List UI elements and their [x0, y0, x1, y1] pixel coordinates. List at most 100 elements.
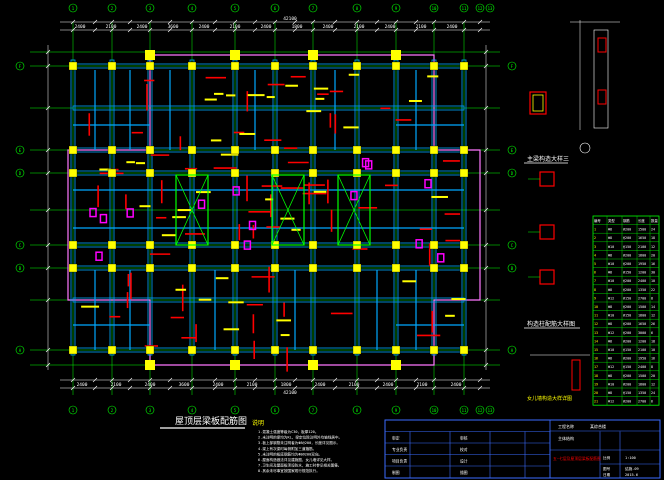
note-line: 8.其余未尽事宜按国家现行规范执行。 — [258, 468, 320, 473]
rebar-annotation — [175, 288, 187, 291]
column — [352, 263, 362, 273]
table-cell: @200 — [623, 253, 631, 257]
table-cell: 17 — [594, 365, 598, 369]
corner-column — [391, 50, 401, 60]
column — [187, 263, 197, 273]
table-cell: @150 — [623, 296, 631, 300]
dimension-label-top: 2400 — [75, 24, 86, 30]
structural-drawing: 2400 2100 2400 3600 2400 2100 2400 1800 2400 2100… — [0, 0, 664, 480]
table-cell: 15 — [594, 348, 598, 352]
corner-column — [145, 50, 155, 60]
dimension-label-top: 2400 — [199, 24, 210, 30]
table-cell: 1350 — [638, 288, 646, 292]
column — [391, 345, 401, 355]
table-cell: 1200 — [638, 339, 646, 343]
table-cell: Φ8 — [608, 391, 612, 395]
rebar-annotation — [431, 195, 448, 198]
table-cell: 11 — [594, 314, 598, 318]
table-cell: 26 — [651, 322, 655, 326]
table-cell: @200 — [623, 331, 631, 335]
table-cell: @150 — [623, 271, 631, 275]
column — [270, 345, 280, 355]
table-cell: 20 — [651, 253, 655, 257]
table-cell: 8 — [651, 365, 653, 369]
dimension-label-top: 2100 — [416, 24, 427, 30]
dimension-label-top: 1800 — [292, 24, 303, 30]
table-cell: Φ12 — [608, 331, 614, 335]
table-cell: 1800 — [638, 382, 646, 386]
column — [459, 168, 469, 178]
drawing-name: 五~七层及屋顶层梁板配筋图 — [553, 456, 601, 461]
dimension-label-top: 2100 — [106, 24, 117, 30]
table-cell: 14 — [651, 305, 655, 309]
column — [187, 345, 197, 355]
column — [145, 145, 155, 155]
column — [352, 168, 362, 178]
column — [270, 145, 280, 155]
column — [187, 61, 197, 71]
date-label: 日期 — [603, 472, 611, 477]
table-cell: Φ10 — [608, 348, 614, 352]
table-cell: 2100 — [638, 245, 646, 249]
rebar-annotation — [285, 84, 298, 87]
title-cell: 制图 — [392, 470, 400, 475]
table-cell: @150 — [623, 314, 631, 318]
table-cell: @200 — [623, 322, 631, 326]
rebar-annotation — [247, 94, 265, 97]
table-cell: 2700 — [638, 296, 646, 300]
axis-label-top: 11 — [462, 6, 467, 11]
parapet-detail-title: 女儿墙构造大样详图 — [527, 395, 572, 402]
column — [107, 145, 117, 155]
table-cell: 2100 — [638, 348, 646, 352]
rebar-annotation — [239, 132, 256, 135]
corner-column — [391, 360, 401, 370]
table-cell: 13 — [594, 331, 598, 335]
column — [459, 145, 469, 155]
table-cell: Φ8 — [608, 236, 612, 240]
table-cell: 1500 — [638, 305, 646, 309]
note-line: 2.未注明的梁均为KL，梁定位除注明外均轴线居中。 — [258, 435, 342, 440]
rebar-annotation — [291, 228, 301, 231]
axis-label-top: 12 — [478, 6, 483, 11]
dimension-total-bottom: 42100 — [283, 390, 297, 396]
table-cell: 14 — [594, 339, 598, 343]
column — [230, 240, 240, 250]
table-cell: 1950 — [638, 357, 646, 361]
table-cell: 8 — [594, 288, 596, 292]
table-cell: 1200 — [638, 271, 646, 275]
table-cell: Φ8 — [608, 271, 612, 275]
column — [391, 263, 401, 273]
project-value: 某综合楼 — [590, 423, 606, 429]
table-cell: Φ8 — [608, 305, 612, 309]
corner-column — [145, 360, 155, 370]
column — [107, 168, 117, 178]
table-cell: 9 — [594, 296, 596, 300]
column — [230, 345, 240, 355]
axis-label-bottom: 13 — [488, 408, 493, 413]
table-cell: 16 — [651, 357, 655, 361]
table-cell: Φ8 — [608, 288, 612, 292]
table-cell: 12 — [594, 322, 598, 326]
table-cell: 30 — [651, 271, 655, 275]
note-line: 6.屋面构造做法详见建施图，女儿墙详见大样。 — [258, 457, 334, 462]
table-cell: 10 — [594, 305, 598, 309]
dimension-label-bottom: 2100 — [111, 382, 122, 388]
table-cell: @200 — [623, 305, 631, 309]
table-cell: 16 — [651, 262, 655, 266]
column — [429, 263, 439, 273]
column — [107, 61, 117, 71]
table-cell: 1650 — [638, 322, 646, 326]
column — [107, 345, 117, 355]
column — [459, 345, 469, 355]
table-cell: 4 — [594, 253, 596, 257]
table-cell: @150 — [623, 365, 631, 369]
column — [308, 240, 318, 250]
rebar-annotation — [266, 96, 275, 99]
table-cell: @200 — [623, 357, 631, 361]
table-cell: Φ10 — [608, 314, 614, 318]
rebar-annotation — [210, 139, 222, 142]
table-cell: 1950 — [638, 262, 646, 266]
table-cell: Φ8 — [608, 253, 612, 257]
table-cell: Φ8 — [608, 228, 612, 232]
column — [230, 168, 240, 178]
